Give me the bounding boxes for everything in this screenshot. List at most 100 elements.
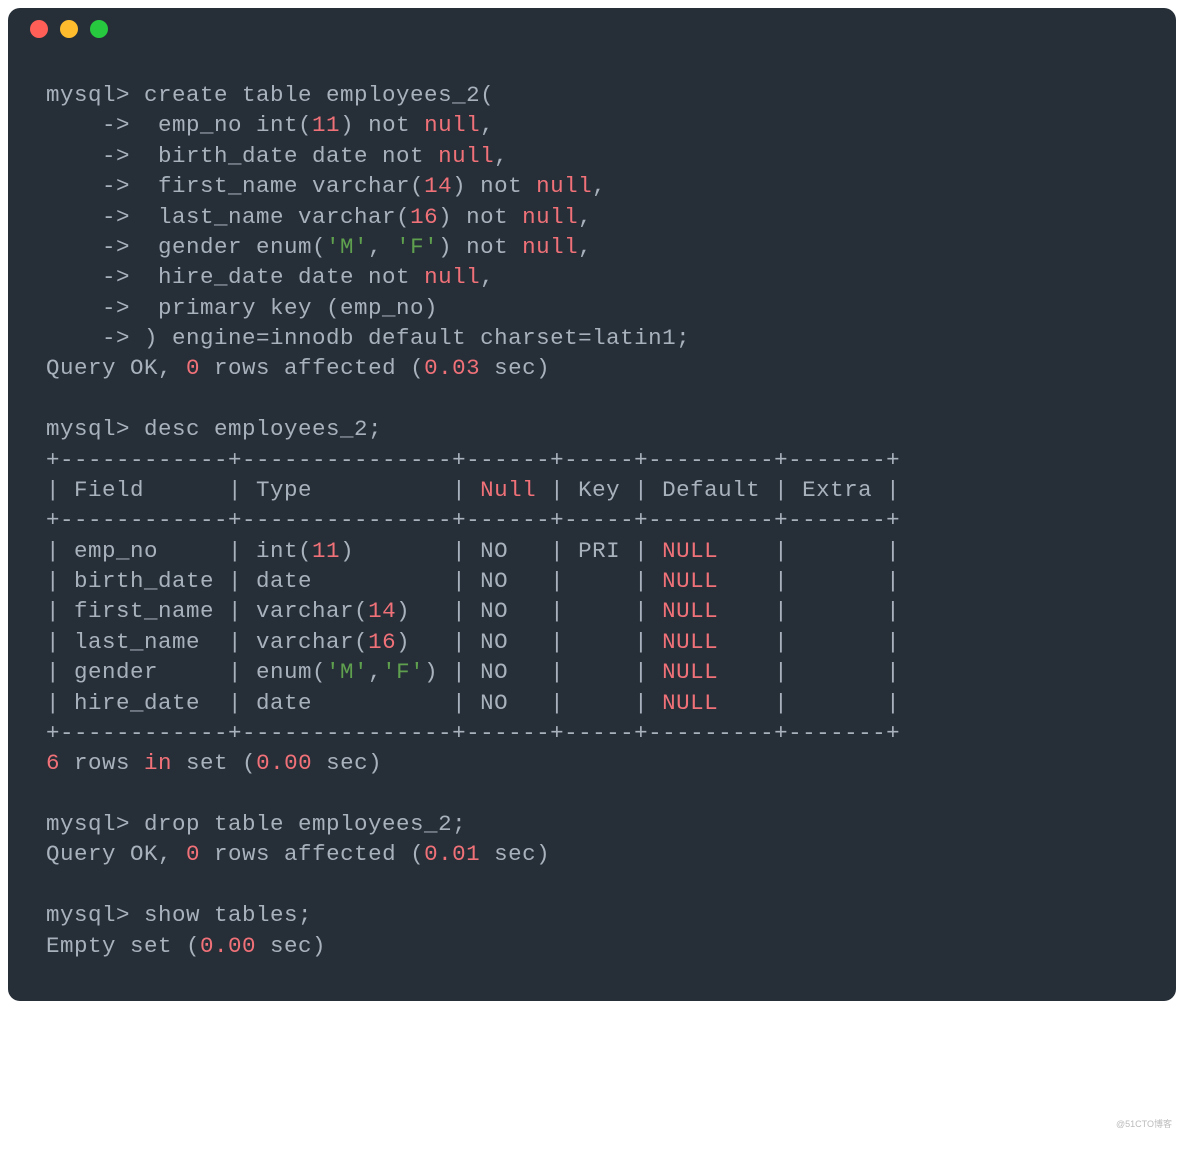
result-text: rows (60, 750, 144, 776)
watermark: @51CTO博客 (1116, 1117, 1172, 1130)
sql-text: , (480, 264, 494, 290)
table-row: | emp_no | int( (46, 538, 312, 564)
sql-text: , (480, 112, 494, 138)
cont-prompt: -> (46, 173, 130, 199)
close-icon[interactable] (30, 20, 48, 38)
table-border: +------------+---------------+------+---… (46, 507, 900, 533)
sql-text: last_name varchar( (130, 204, 410, 230)
string: 'M' (326, 234, 368, 260)
null-value: NULL (662, 690, 718, 716)
sql-text: desc employees_2; (130, 416, 382, 442)
number: 0.01 (424, 841, 480, 867)
table-row: | | (718, 659, 900, 685)
maximize-icon[interactable] (90, 20, 108, 38)
result-text: sec) (480, 355, 550, 381)
cont-prompt: -> (46, 295, 130, 321)
table-border: +------------+---------------+------+---… (46, 447, 900, 473)
sql-text: ) not (452, 173, 536, 199)
sql-text: ) engine=innodb default charset=latin1; (130, 325, 690, 351)
terminal-window: mysql> create table employees_2( -> emp_… (8, 8, 1176, 1001)
keyword: in (144, 750, 172, 776)
string: 'F' (382, 659, 424, 685)
sql-text: show tables; (130, 902, 312, 928)
sql-text: ) not (340, 112, 424, 138)
number: 0 (186, 841, 200, 867)
number: 11 (312, 538, 340, 564)
sql-text: hire_date date not (130, 264, 424, 290)
table-row: ) | NO | | (396, 629, 662, 655)
sql-text: , (592, 173, 606, 199)
number: 0.03 (424, 355, 480, 381)
table-row: | | (718, 690, 900, 716)
number: 6 (46, 750, 60, 776)
sql-text: gender enum( (130, 234, 326, 260)
table-row: | birth_date | date | NO | | (46, 568, 662, 594)
cont-prompt: -> (46, 264, 130, 290)
cont-prompt: -> (46, 325, 130, 351)
keyword-null: null (522, 204, 578, 230)
minimize-icon[interactable] (60, 20, 78, 38)
table-row: ) | NO | | (424, 659, 662, 685)
table-header: | Key | Default | Extra | (536, 477, 900, 503)
table-header-null: Null (480, 477, 536, 503)
table-row: | last_name | varchar( (46, 629, 368, 655)
null-value: NULL (662, 629, 718, 655)
string: 'F' (396, 234, 438, 260)
prompt: mysql> (46, 902, 130, 928)
table-border: +------------+---------------+------+---… (46, 720, 900, 746)
table-row: | gender | enum( (46, 659, 326, 685)
result-text: Query OK, (46, 355, 186, 381)
table-row: | hire_date | date | NO | | (46, 690, 662, 716)
null-value: NULL (662, 659, 718, 685)
cont-prompt: -> (46, 204, 130, 230)
table-header: | Field | Type | (46, 477, 480, 503)
null-value: NULL (662, 538, 718, 564)
cont-prompt: -> (46, 143, 130, 169)
keyword-null: null (536, 173, 592, 199)
cont-prompt: -> (46, 112, 130, 138)
table-row: | | (718, 568, 900, 594)
keyword-null: null (424, 112, 480, 138)
terminal-output[interactable]: mysql> create table employees_2( -> emp_… (8, 50, 1176, 961)
sql-text: , (578, 204, 592, 230)
sql-text: first_name varchar( (130, 173, 424, 199)
number: 16 (368, 629, 396, 655)
prompt: mysql> (46, 82, 130, 108)
table-row: , (368, 659, 382, 685)
keyword-null: null (522, 234, 578, 260)
sql-text: emp_no int( (130, 112, 312, 138)
result-text: rows affected ( (200, 841, 424, 867)
number: 0 (186, 355, 200, 381)
table-row: | | (718, 538, 900, 564)
number: 14 (424, 173, 452, 199)
prompt: mysql> (46, 416, 130, 442)
null-value: NULL (662, 568, 718, 594)
cont-prompt: -> (46, 234, 130, 260)
sql-text: birth_date date not (130, 143, 438, 169)
number: 16 (410, 204, 438, 230)
sql-text: primary key (emp_no) (130, 295, 438, 321)
number: 0.00 (200, 933, 256, 959)
null-value: NULL (662, 598, 718, 624)
sql-text: , (368, 234, 396, 260)
number: 14 (368, 598, 396, 624)
keyword-null: null (438, 143, 494, 169)
result-text: set ( (172, 750, 256, 776)
sql-text: , (494, 143, 508, 169)
result-text: Empty set ( (46, 933, 200, 959)
table-row: | first_name | varchar( (46, 598, 368, 624)
result-text: sec) (480, 841, 550, 867)
result-text: sec) (256, 933, 326, 959)
result-text: sec) (312, 750, 382, 776)
number: 0.00 (256, 750, 312, 776)
table-row: | | (718, 629, 900, 655)
string: 'M' (326, 659, 368, 685)
table-row: ) | NO | PRI | (340, 538, 662, 564)
sql-text: ) not (438, 204, 522, 230)
result-text: rows affected ( (200, 355, 424, 381)
table-row: ) | NO | | (396, 598, 662, 624)
number: 11 (312, 112, 340, 138)
result-text: Query OK, (46, 841, 186, 867)
sql-text: ) not (438, 234, 522, 260)
keyword-null: null (424, 264, 480, 290)
